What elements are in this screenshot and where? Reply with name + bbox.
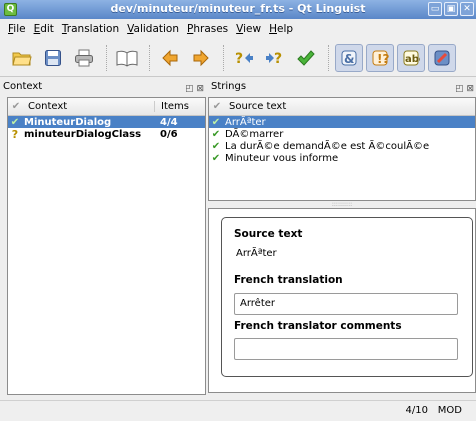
toolbar-separator [106, 44, 108, 71]
strings-list-header: ✔ Source text [209, 98, 475, 116]
source-text-value: ArrÃªter [236, 248, 277, 259]
menu-edit[interactable]: Edit [30, 23, 58, 35]
string-text: ArrÃªter [225, 116, 266, 128]
comments-field[interactable] [234, 338, 458, 360]
column-context[interactable]: Context [24, 101, 154, 112]
punctuation-check-icon[interactable]: !? [366, 43, 394, 72]
context-items: 4/4 [160, 116, 178, 128]
context-panel-title: Context [3, 81, 43, 92]
maximize-button[interactable]: ▣ [444, 2, 458, 16]
dock-buttons-icon[interactable]: ◰ ⊠ [455, 81, 474, 97]
menu-help-label: elp [276, 23, 294, 35]
column-source-text[interactable]: Source text [225, 101, 286, 112]
title-bar: Q dev/minuteur/minuteur_fr.ts - Qt Lingu… [0, 0, 476, 19]
menu-view[interactable]: View [232, 23, 265, 35]
svg-text:!?: !? [377, 52, 389, 66]
menu-file-label: ile [13, 23, 26, 35]
menu-phrases[interactable]: Phrases [183, 23, 232, 35]
svg-text:?: ? [274, 51, 282, 67]
menu-view-label: iew [243, 23, 262, 35]
next-unfinished-icon[interactable]: ? [261, 44, 289, 72]
menu-help[interactable]: Help [265, 23, 297, 35]
string-row[interactable]: ✔ Minuteur vous informe [209, 152, 475, 164]
splitter-handle[interactable]: :::::::::: [208, 201, 476, 208]
open-folder-icon[interactable] [8, 44, 36, 72]
menu-bar: File Edit Translation Validation Phrases… [0, 19, 476, 39]
modified-indicator: MOD [437, 405, 462, 416]
previous-arrow-icon[interactable] [156, 44, 184, 72]
phrase-match-icon[interactable]: abc [397, 43, 425, 72]
toolbar-separator [223, 44, 225, 71]
context-row[interactable]: ? minuteurDialogClass 0/6 [8, 127, 205, 141]
check-icon: ✔ [10, 116, 20, 128]
menu-edit-label: dit [40, 23, 54, 35]
accelerators-check-icon[interactable]: & [335, 43, 363, 72]
svg-text:&: & [344, 52, 354, 66]
done-and-next-icon[interactable] [292, 44, 320, 72]
context-panel-header: Context ◰ ⊠ [0, 79, 206, 95]
string-row[interactable]: ✔ DÃ©marrer [209, 128, 475, 140]
translation-count: 4/10 [405, 405, 428, 416]
check-icon: ✔ [211, 140, 221, 152]
check-icon: ✔ [211, 152, 221, 164]
column-items[interactable]: Items [154, 101, 204, 112]
next-arrow-icon[interactable] [187, 44, 215, 72]
check-header-icon: ✔ [212, 101, 222, 112]
menu-translation[interactable]: Translation [58, 23, 123, 35]
strings-panel-header: Strings ◰ ⊠ [208, 79, 476, 95]
dock-buttons-icon[interactable]: ◰ ⊠ [185, 81, 204, 97]
menu-validation-label: alidation [133, 23, 179, 35]
toolbar-separator [149, 44, 151, 71]
question-mark-icon: ? [11, 127, 19, 141]
svg-text:?: ? [235, 51, 243, 67]
context-name: minuteurDialogClass [24, 128, 142, 140]
phrasebook-icon[interactable] [113, 44, 141, 72]
string-text: DÃ©marrer [225, 128, 284, 140]
string-text: La durÃ©e demandÃ©e est Ã©coulÃ©e [225, 140, 430, 152]
print-icon[interactable] [70, 44, 98, 72]
string-row[interactable]: ✔ La durÃ©e demandÃ©e est Ã©coulÃ©e [209, 140, 475, 152]
menu-help-mnemonic: H [269, 23, 277, 35]
menu-file[interactable]: File [4, 23, 30, 35]
window-title: dev/minuteur/minuteur_fr.ts - Qt Linguis… [110, 2, 366, 15]
context-name: MinuteurDialog [24, 116, 112, 128]
context-items: 0/6 [160, 128, 178, 140]
check-icon: ✔ [211, 128, 221, 140]
menu-phrases-label: hrases [193, 23, 229, 35]
editor-card: Source text ArrÃªter French translation … [221, 217, 473, 377]
menu-translation-label: ranslation [66, 23, 120, 35]
close-button[interactable]: ✕ [460, 2, 474, 16]
translation-label: French translation [234, 274, 343, 286]
minimize-button[interactable]: ▭ [428, 2, 442, 16]
strings-list[interactable]: ✔ Source text ✔ ArrÃªter ✔ DÃ©marrer ✔ L… [208, 97, 476, 201]
context-list-header: ✔ Context Items [8, 98, 205, 116]
translation-editor: Source text ArrÃªter French translation … [208, 208, 476, 393]
svg-text:abc: abc [405, 54, 420, 65]
save-icon[interactable] [39, 44, 67, 72]
context-row[interactable]: ✔ MinuteurDialog 4/4 [8, 116, 205, 128]
comments-label: French translator comments [234, 320, 402, 332]
toolbar: ? ? & !? abc [0, 39, 476, 77]
status-bar: 4/10 MOD [0, 400, 476, 421]
strings-panel-title: Strings [211, 81, 247, 92]
check-icon: ✔ [211, 116, 221, 128]
place-marker-check-icon[interactable] [428, 43, 456, 72]
context-list[interactable]: ✔ Context Items ✔ MinuteurDialog 4/4 ? m… [7, 97, 206, 395]
menu-validation[interactable]: Validation [123, 23, 183, 35]
toolbar-separator [328, 44, 330, 71]
prev-unfinished-icon[interactable]: ? [230, 44, 258, 72]
string-row[interactable]: ✔ ArrÃªter [209, 116, 475, 128]
source-text-label: Source text [234, 228, 303, 240]
check-header-icon: ✔ [11, 101, 21, 112]
translation-field[interactable]: Arrêter [234, 293, 458, 315]
string-text: Minuteur vous informe [225, 152, 339, 164]
